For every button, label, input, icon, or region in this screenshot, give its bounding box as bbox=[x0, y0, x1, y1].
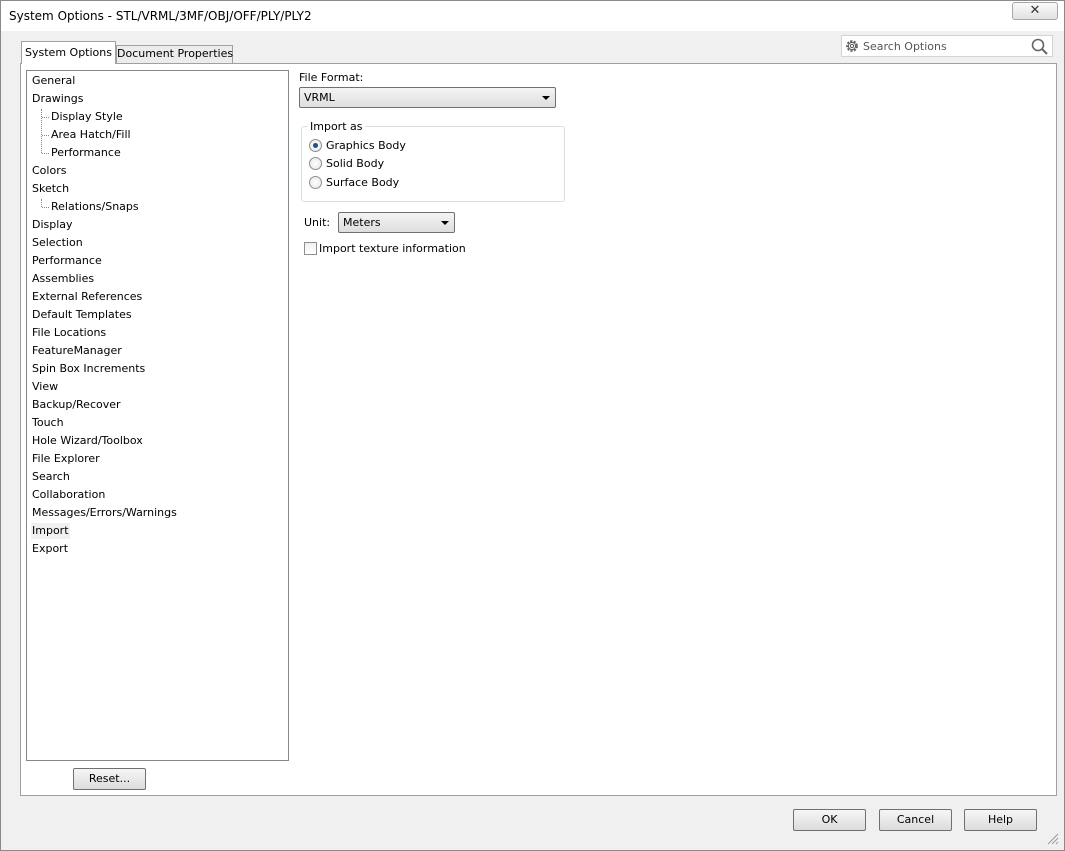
system-options-dialog: System Options - STL/VRML/3MF/OBJ/OFF/PL… bbox=[0, 0, 1065, 851]
import-texture-label[interactable]: Import texture information bbox=[319, 242, 466, 255]
chevron-down-icon bbox=[542, 96, 550, 100]
tree-item-hole-wizard-toolbox[interactable]: Hole Wizard/Toolbox bbox=[32, 433, 143, 449]
search-options-box[interactable]: Search Options bbox=[841, 35, 1053, 57]
tree-item-messages-errors-warnings[interactable]: Messages/Errors/Warnings bbox=[32, 505, 177, 521]
reset-button[interactable]: Reset... bbox=[73, 768, 146, 790]
file-format-dropdown[interactable]: VRML bbox=[299, 87, 556, 108]
solid-body-label[interactable]: Solid Body bbox=[326, 157, 384, 170]
tree-item-area-hatch-fill[interactable]: Area Hatch/Fill bbox=[51, 127, 131, 143]
resize-grip-icon[interactable] bbox=[1045, 831, 1059, 845]
tree-item-touch[interactable]: Touch bbox=[32, 415, 64, 431]
tree-item-view[interactable]: View bbox=[32, 379, 58, 395]
tree-item-search[interactable]: Search bbox=[32, 469, 70, 485]
file-format-value: VRML bbox=[304, 91, 335, 104]
tree-connector bbox=[41, 109, 42, 153]
tree-item-drawings-performance[interactable]: Performance bbox=[51, 145, 121, 161]
tree-item-selection[interactable]: Selection bbox=[32, 235, 83, 251]
cancel-button[interactable]: Cancel bbox=[879, 809, 952, 831]
tree-item-drawings[interactable]: Drawings bbox=[32, 91, 83, 107]
graphics-body-radio[interactable] bbox=[309, 139, 322, 152]
import-texture-checkbox[interactable] bbox=[304, 242, 317, 255]
tree-item-file-locations[interactable]: File Locations bbox=[32, 325, 106, 341]
tree-item-collaboration[interactable]: Collaboration bbox=[32, 487, 105, 503]
surface-body-radio[interactable] bbox=[309, 176, 322, 189]
graphics-body-label[interactable]: Graphics Body bbox=[326, 139, 406, 152]
import-as-legend: Import as bbox=[307, 120, 366, 133]
tree-item-display-style[interactable]: Display Style bbox=[51, 109, 123, 125]
tree-item-sketch[interactable]: Sketch bbox=[32, 181, 69, 197]
unit-value: Meters bbox=[343, 216, 381, 229]
close-button[interactable]: ✕ bbox=[1012, 2, 1058, 20]
options-tree[interactable]: General Drawings Display Style Area Hatc… bbox=[26, 70, 289, 761]
tree-item-import[interactable]: Import bbox=[31, 523, 70, 539]
window-title: System Options - STL/VRML/3MF/OBJ/OFF/PL… bbox=[9, 9, 312, 23]
tree-connector bbox=[42, 207, 49, 208]
surface-body-label[interactable]: Surface Body bbox=[326, 176, 399, 189]
search-icon[interactable] bbox=[1030, 37, 1050, 57]
tree-item-backup-recover[interactable]: Backup/Recover bbox=[32, 397, 121, 413]
file-format-label: File Format: bbox=[299, 71, 364, 84]
tree-item-export[interactable]: Export bbox=[32, 541, 68, 557]
tree-item-file-explorer[interactable]: File Explorer bbox=[32, 451, 100, 467]
tree-connector bbox=[42, 153, 49, 154]
unit-dropdown[interactable]: Meters bbox=[338, 212, 455, 233]
help-button[interactable]: Help bbox=[964, 809, 1037, 831]
tree-item-relations-snaps[interactable]: Relations/Snaps bbox=[51, 199, 139, 215]
unit-label: Unit: bbox=[304, 216, 331, 229]
tree-item-colors[interactable]: Colors bbox=[32, 163, 66, 179]
tree-item-featuremanager[interactable]: FeatureManager bbox=[32, 343, 122, 359]
title-bar: System Options - STL/VRML/3MF/OBJ/OFF/PL… bbox=[1, 1, 1064, 31]
tree-item-external-references[interactable]: External References bbox=[32, 289, 142, 305]
search-input[interactable]: Search Options bbox=[863, 40, 947, 53]
tree-item-default-templates[interactable]: Default Templates bbox=[32, 307, 132, 323]
tree-item-assemblies[interactable]: Assemblies bbox=[32, 271, 94, 287]
gear-icon[interactable] bbox=[844, 38, 860, 54]
tree-connector bbox=[41, 199, 42, 207]
ok-button[interactable]: OK bbox=[793, 809, 866, 831]
tree-item-performance[interactable]: Performance bbox=[32, 253, 102, 269]
tree-connector bbox=[42, 135, 49, 136]
tree-item-general[interactable]: General bbox=[32, 73, 75, 89]
radio-selected-dot bbox=[313, 143, 318, 148]
tree-item-spin-box-increments[interactable]: Spin Box Increments bbox=[32, 361, 145, 377]
tab-document-properties[interactable]: Document Properties bbox=[116, 45, 233, 63]
tab-system-options[interactable]: System Options bbox=[21, 41, 116, 64]
solid-body-radio[interactable] bbox=[309, 157, 322, 170]
tree-connector bbox=[42, 117, 49, 118]
chevron-down-icon bbox=[441, 221, 449, 225]
tree-item-display[interactable]: Display bbox=[32, 217, 73, 233]
close-icon: ✕ bbox=[1029, 3, 1041, 18]
